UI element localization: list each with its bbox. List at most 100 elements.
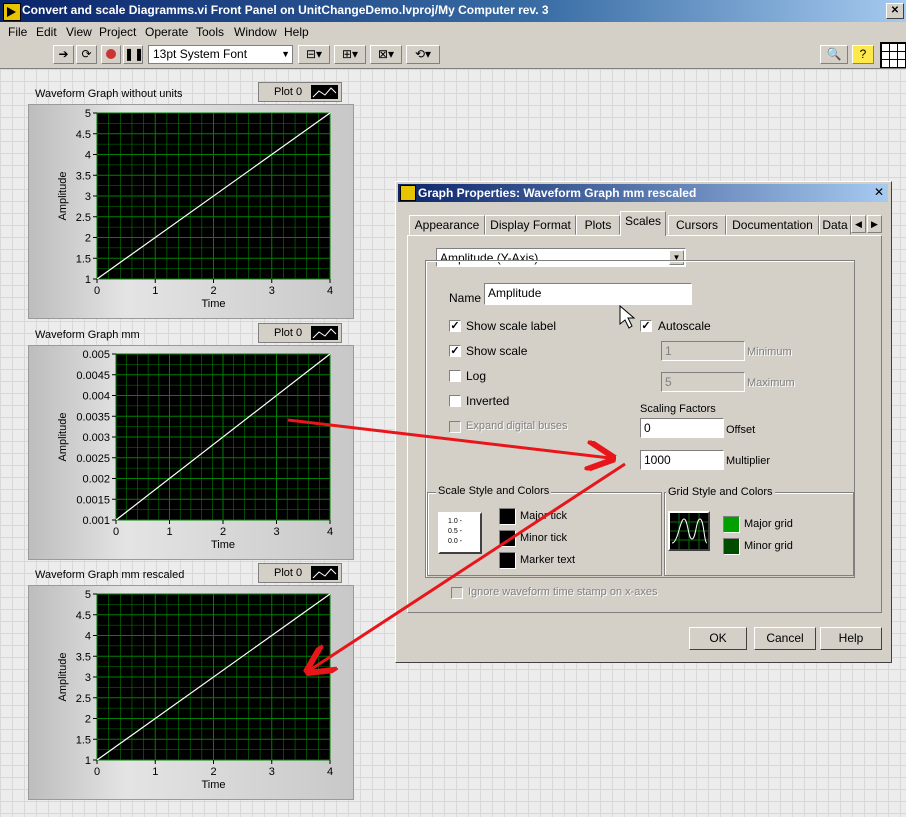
minor-tick-color[interactable]	[499, 530, 516, 547]
y-tick-label: 1	[85, 274, 91, 286]
x-tick-label: 3	[273, 526, 279, 538]
multiplier-input[interactable]: 1000	[640, 450, 724, 470]
abort-execution-icon[interactable]	[101, 45, 121, 64]
offset-input[interactable]: 0	[640, 418, 724, 438]
search-icon[interactable]: 🔍	[820, 45, 848, 64]
scale-style-title: Scale Style and Colors	[436, 485, 552, 497]
y-tick-label: 0.0025	[76, 453, 110, 465]
y-tick-label: 1.5	[76, 253, 91, 265]
y-tick-label: 2	[85, 233, 91, 245]
x-tick-label: 0	[94, 766, 100, 778]
x-tick-label: 1	[166, 526, 172, 538]
pause-icon[interactable]: ❚❚	[123, 45, 144, 64]
window-title-bar: Convert and scale Diagramms.vi Front Pan…	[0, 0, 906, 22]
menu-edit[interactable]: Edit	[36, 25, 57, 39]
tab-scroll-left-icon[interactable]: ◀	[851, 215, 866, 233]
close-dialog-icon[interactable]: ✕	[874, 185, 884, 199]
show-scale-checkbox[interactable]: ✓	[449, 345, 461, 357]
tab-data[interactable]: Data	[819, 215, 851, 235]
waveform-graph-mm[interactable]: Waveform Graph mm Plot 0 0.005 0.0045 0.00…	[0, 323, 354, 563]
close-window-icon[interactable]: ✕	[886, 3, 904, 19]
log-checkbox[interactable]	[449, 370, 461, 382]
run-continuously-icon[interactable]: ⟳	[76, 45, 97, 64]
y-tick-label: 0.004	[82, 391, 110, 403]
tab-appearance[interactable]: Appearance	[409, 215, 485, 235]
reorder-icon[interactable]: ⟲▾	[406, 45, 440, 64]
name-input[interactable]: Amplitude	[484, 283, 692, 305]
y-tick-label: 3	[85, 191, 91, 203]
menu-window[interactable]: Window	[234, 25, 277, 39]
multiplier-label: Multiplier	[726, 455, 771, 467]
menu-project[interactable]: Project	[99, 25, 136, 39]
y-tick-label: 0.0045	[76, 370, 110, 382]
menu-tools[interactable]: Tools	[196, 25, 224, 39]
show-scale-label-text: Show scale	[466, 344, 528, 358]
scale-style-picker[interactable]: 1.0 - 0.5 - 0.0 -	[438, 512, 482, 554]
major-grid-color[interactable]	[723, 516, 740, 533]
menu-help[interactable]: Help	[284, 25, 309, 39]
y-tick-label: 2.5	[76, 212, 91, 224]
tab-cursors[interactable]: Cursors	[668, 215, 726, 235]
minor-grid-label: Minor grid	[744, 540, 793, 552]
inverted-checkbox[interactable]	[449, 395, 461, 407]
autoscale-checkbox[interactable]: ✓	[640, 320, 652, 332]
tab-scroll-right-icon[interactable]: ▶	[867, 215, 882, 233]
x-tick-label: 0	[94, 285, 100, 297]
toolbar: ➔ ⟳ ❚❚ 13pt System Font ▼ ⊟▾ ⊞▾ ⊠▾ ⟲▾ 🔍 …	[0, 42, 906, 69]
y-tick-label: 3.5	[76, 170, 91, 182]
grid-style-picker[interactable]	[668, 511, 710, 551]
y-tick-label: 0.003	[82, 432, 110, 444]
x-axis-label: Time	[201, 298, 225, 310]
graph-plot-svg: 54.543.532.521.510 1 2 3 4TimeAmplitude	[57, 589, 333, 791]
connector-pane-icon[interactable]	[880, 42, 906, 68]
menu-operate[interactable]: Operate	[145, 25, 188, 39]
y-tick-label: 5	[85, 108, 91, 120]
run-arrow-icon[interactable]: ➔	[53, 45, 74, 64]
graph-plot-svg: 0.005 0.0045 0.004 0.0035 0.003 0.0025 0.002 0.…	[57, 349, 333, 551]
help-button[interactable]: Help	[820, 627, 882, 650]
ok-button[interactable]: OK	[689, 627, 747, 650]
x-tick-label: 2	[210, 766, 216, 778]
context-help-icon[interactable]: ?	[852, 45, 874, 64]
font-select-value: 13pt System Font	[153, 47, 248, 61]
x-tick-label: 4	[327, 285, 333, 297]
tab-display-format[interactable]: Display Format	[485, 215, 576, 235]
name-label: Name	[449, 291, 482, 305]
graph-properties-dialog: Graph Properties: Waveform Graph mm resc…	[395, 181, 892, 663]
scale-style-tick-2: 0.5 -	[448, 528, 463, 535]
x-tick-label: 3	[269, 285, 275, 297]
cancel-button[interactable]: Cancel	[754, 627, 816, 650]
marker-text-label: Marker text	[520, 554, 576, 566]
resize-objects-icon[interactable]: ⊠▾	[370, 45, 402, 64]
font-select[interactable]: 13pt System Font ▼	[148, 45, 293, 64]
y-tick-label: 2.5	[76, 693, 91, 705]
distribute-objects-icon[interactable]: ⊞▾	[334, 45, 366, 64]
align-objects-icon[interactable]: ⊟▾	[298, 45, 330, 64]
minor-grid-color[interactable]	[723, 538, 740, 555]
x-tick-label: 1	[152, 766, 158, 778]
y-tick-label: 0.0035	[76, 411, 110, 423]
y-tick-label: 3.5	[76, 651, 91, 663]
y-tick-label: 1.5	[76, 734, 91, 746]
ignore-timestamp-label: Ignore waveform time stamp on x-axes	[468, 586, 658, 598]
waveform-graph-mm-rescaled[interactable]: Waveform Graph mm rescaled Plot 0 5 4.5 4 3…	[0, 563, 354, 803]
maximum-input[interactable]: 5	[661, 372, 745, 392]
minimum-label: Minimum	[747, 346, 792, 358]
menu-view[interactable]: View	[66, 25, 92, 39]
tab-scales[interactable]: Scales	[620, 211, 666, 236]
menu-file[interactable]: File	[8, 25, 27, 39]
show-scale-label-checkbox[interactable]: ✓	[449, 320, 461, 332]
y-tick-label: 0.002	[82, 474, 110, 486]
minimum-input[interactable]: 1	[661, 341, 745, 361]
labview-app-icon	[3, 3, 21, 21]
menu-bar: File Edit View Project Operate Tools Win…	[0, 22, 906, 42]
marker-text-color[interactable]	[499, 552, 516, 569]
show-scale-label-label: Show scale label	[466, 319, 557, 333]
major-tick-color[interactable]	[499, 508, 516, 525]
waveform-graph-without-units[interactable]: Waveform Graph without units Plot 0 5 4.5…	[0, 82, 354, 322]
expand-digital-buses-checkbox[interactable]	[449, 421, 461, 433]
ignore-timestamp-checkbox[interactable]	[451, 587, 463, 599]
tab-plots[interactable]: Plots	[576, 215, 620, 235]
maximum-label: Maximum	[747, 377, 795, 389]
tab-documentation[interactable]: Documentation	[726, 215, 819, 235]
